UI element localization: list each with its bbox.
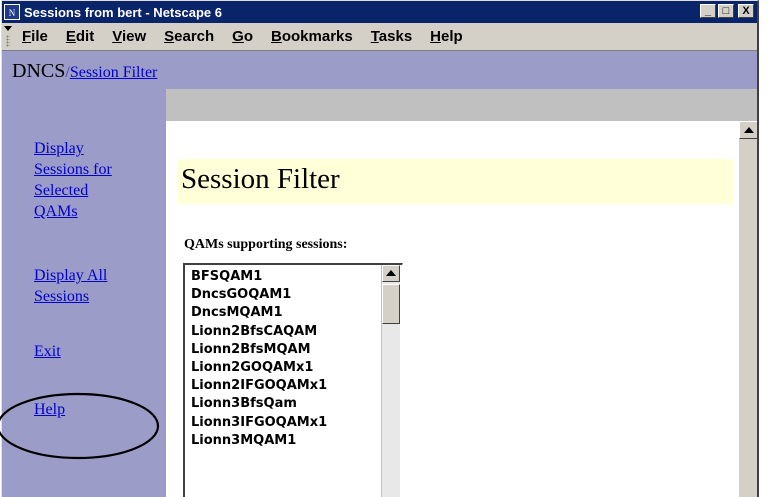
- breadcrumb: DNCS/Session Filter: [2, 51, 757, 89]
- window-controls: _ □ X: [700, 4, 754, 18]
- qam-list-label: QAMs supporting sessions:: [184, 237, 348, 252]
- breadcrumb-root: DNCS: [12, 60, 66, 82]
- help-annotation-ellipse: [0, 392, 160, 460]
- menu-file[interactable]: File: [22, 28, 48, 45]
- breadcrumb-session-filter-link[interactable]: Session Filter: [70, 64, 158, 81]
- qam-option[interactable]: Lionn3MQAM1: [191, 432, 327, 450]
- sidebar-item-display-all[interactable]: Display All Sessions: [34, 265, 154, 307]
- qam-list: BFSQAM1 DncsGOQAM1 DncsMQAM1 Lionn2BfsCAQAM…: [191, 268, 327, 450]
- toolbar-grip-icon[interactable]: [4, 25, 12, 48]
- qam-option[interactable]: Lionn3IFGOQAMx1: [191, 414, 327, 432]
- menu-bookmarks[interactable]: Bookmarks: [271, 28, 353, 45]
- qam-option[interactable]: Lionn2IFGOQAMx1: [191, 377, 327, 395]
- maximize-button[interactable]: □: [718, 4, 734, 18]
- qam-option[interactable]: DncsGOQAM1: [191, 286, 327, 304]
- qam-option[interactable]: Lionn2BfsCAQAM: [191, 323, 327, 341]
- menu-tasks[interactable]: Tasks: [371, 28, 412, 45]
- minimize-button[interactable]: _: [700, 4, 716, 18]
- qam-option[interactable]: DncsMQAM1: [191, 304, 327, 322]
- menu-view[interactable]: View: [112, 28, 146, 45]
- qam-list-scrollbar[interactable]: [381, 265, 400, 497]
- page-scroll-up-button[interactable]: [739, 121, 757, 139]
- qam-option[interactable]: BFSQAM1: [191, 268, 327, 286]
- netscape-icon: N: [4, 4, 20, 20]
- list-scroll-up-button[interactable]: [382, 265, 400, 282]
- menu-bar: File Edit View Search Go Bookmarks Tasks…: [2, 23, 757, 51]
- menu-go[interactable]: Go: [232, 28, 253, 45]
- content-area: Session Filter QAMs supporting sessions:…: [166, 121, 739, 497]
- arrow-up-icon: [386, 270, 396, 276]
- menu-edit[interactable]: Edit: [66, 28, 94, 45]
- close-button[interactable]: X: [738, 4, 754, 18]
- qam-option[interactable]: Lionn2GOQAMx1: [191, 359, 327, 377]
- sidebar-item-display-selected[interactable]: Display Sessions for Selected QAMs: [34, 138, 154, 222]
- window-title: Sessions from bert - Netscape 6: [24, 4, 222, 20]
- qam-option[interactable]: Lionn2BfsMQAM: [191, 341, 327, 359]
- page-scrollbar[interactable]: [739, 121, 757, 497]
- qam-listbox[interactable]: BFSQAM1 DncsGOQAM1 DncsMQAM1 Lionn2BfsCAQAM…: [183, 263, 403, 497]
- list-scroll-thumb[interactable]: [382, 284, 400, 324]
- title-bar[interactable]: N Sessions from bert - Netscape 6 _ □ X: [2, 1, 757, 23]
- page-title: Session Filter: [181, 163, 340, 195]
- qam-option[interactable]: Lionn3BfsQam: [191, 395, 327, 413]
- menu-search[interactable]: Search: [164, 28, 214, 45]
- menu-help[interactable]: Help: [430, 28, 463, 45]
- sidebar-item-exit[interactable]: Exit: [34, 341, 154, 362]
- arrow-up-icon: [744, 127, 754, 133]
